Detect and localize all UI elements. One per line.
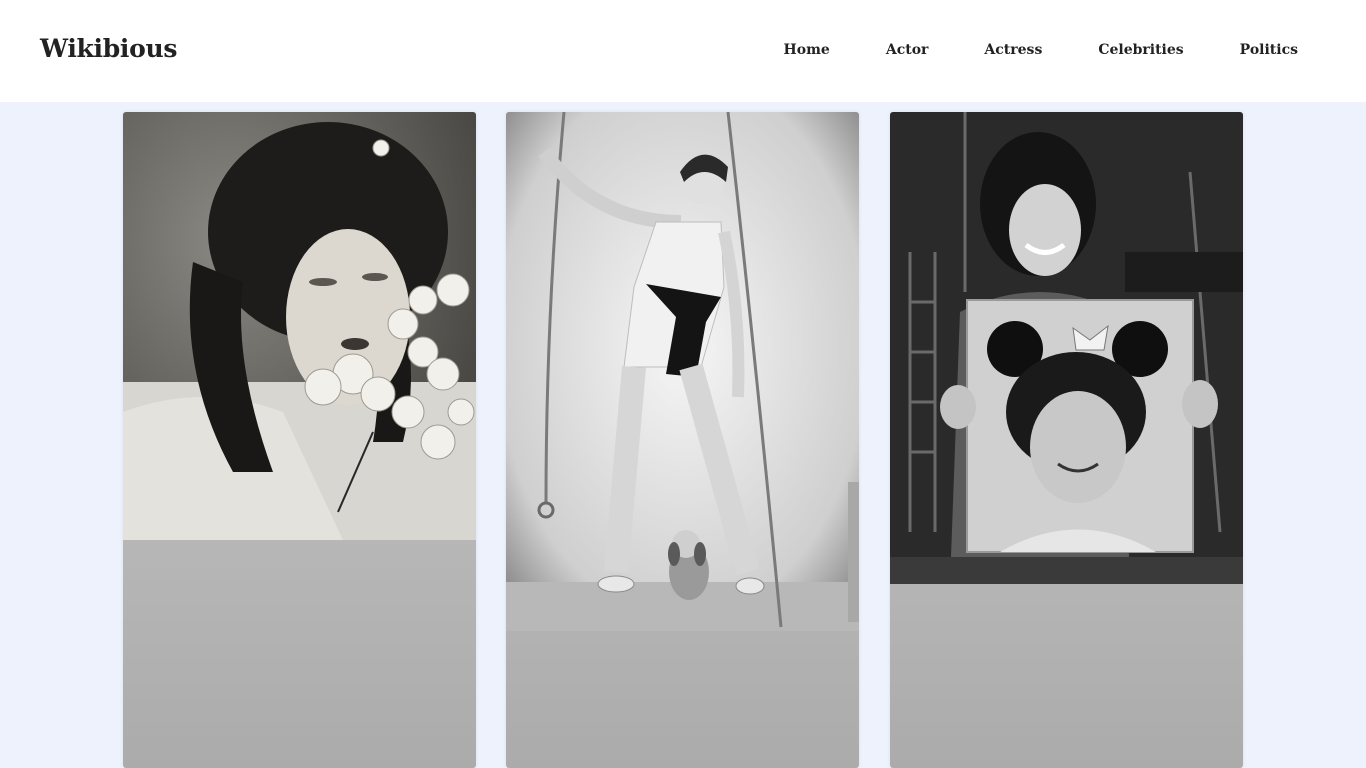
site-logo[interactable]: Wikibious [40,34,177,63]
article-card-image[interactable] [123,112,476,540]
nav-actress-link[interactable]: Actress [984,42,1042,58]
portrait-with-flowers-photo [123,112,476,540]
article-card[interactable] [890,112,1243,768]
nav-politics-link[interactable]: Politics [1240,42,1298,58]
swimsuit-woman-photo [506,112,859,631]
article-card[interactable] [506,112,859,768]
nav-home-link[interactable]: Home [784,42,830,58]
mouse-ears-portrait-photo [890,112,1243,584]
article-card-image[interactable] [890,112,1243,584]
article-card-image[interactable] [506,112,859,631]
site-header: Wikibious Home Actor Actress Celebrities… [0,0,1366,102]
nav-celebrities-link[interactable]: Celebrities [1098,42,1183,58]
nav-actor-link[interactable]: Actor [886,42,929,58]
main-nav: Home Actor Actress Celebrities Politics [784,42,1298,58]
article-card[interactable] [123,112,476,768]
